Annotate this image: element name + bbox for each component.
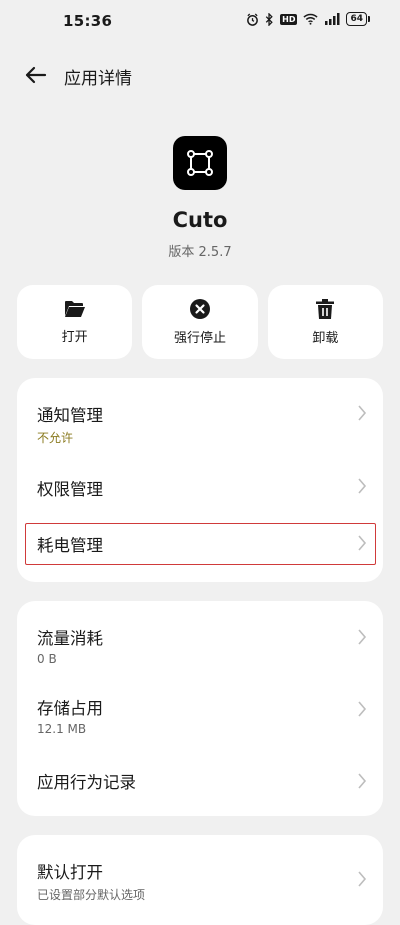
force-stop-icon — [189, 298, 210, 319]
open-label: 打开 — [61, 329, 88, 345]
storage-usage-value: 12.1 MB — [37, 722, 87, 736]
data-usage-value: 0 B — [37, 652, 57, 666]
storage-usage-title: 存储占用 — [37, 699, 103, 718]
open-button[interactable]: 打开 — [17, 285, 133, 359]
status-time: 15:36 — [63, 12, 113, 30]
app-icon — [173, 136, 227, 190]
battery-indicator: 64 — [346, 12, 370, 26]
app-name: Cuto — [172, 208, 228, 232]
status-bar: 15:36 HD 64 — [0, 0, 400, 44]
chevron-right-icon — [358, 405, 367, 421]
data-usage-row[interactable]: 流量消耗 0 B — [17, 601, 383, 673]
arrow-left-icon — [25, 66, 47, 84]
permission-management-title: 权限管理 — [37, 480, 103, 499]
default-open-row[interactable]: 默认打开 已设置部分默认选项 — [17, 835, 383, 925]
force-stop-label: 强行停止 — [173, 330, 226, 346]
back-button[interactable] — [22, 61, 50, 89]
chevron-right-icon — [358, 535, 367, 551]
default-open-card: 默认打开 已设置部分默认选项 — [17, 835, 383, 925]
uninstall-button[interactable]: 卸载 — [267, 285, 383, 359]
permission-management-row[interactable]: 权限管理 — [17, 448, 383, 523]
notification-status: 不允许 — [37, 431, 74, 445]
storage-usage-row[interactable]: 存储占用 12.1 MB — [17, 673, 383, 745]
app-version: 版本 2.5.7 — [168, 245, 232, 260]
folder-open-icon — [64, 300, 85, 317]
battery-management-row[interactable]: 耗电管理 — [17, 523, 383, 582]
notification-management-title: 通知管理 — [37, 406, 103, 425]
app-behavior-record-row[interactable]: 应用行为记录 — [17, 745, 383, 816]
default-open-title: 默认打开 — [37, 863, 103, 882]
wifi-icon — [303, 13, 319, 25]
page-title: 应用详情 — [64, 69, 132, 89]
chevron-right-icon — [358, 871, 367, 887]
trash-icon — [316, 298, 335, 319]
management-card: 通知管理 不允许 权限管理 耗电管理 — [17, 378, 383, 582]
status-icons: HD 64 — [246, 12, 370, 26]
crop-frame-icon — [187, 150, 213, 176]
action-buttons: 打开 强行停止 卸载 — [17, 285, 383, 359]
force-stop-button[interactable]: 强行停止 — [142, 285, 258, 359]
uninstall-label: 卸载 — [312, 330, 339, 346]
app-behavior-record-title: 应用行为记录 — [37, 773, 136, 792]
chevron-right-icon — [358, 701, 367, 717]
alarm-icon — [246, 12, 259, 26]
chevron-right-icon — [358, 629, 367, 645]
chevron-right-icon — [358, 772, 367, 789]
data-usage-title: 流量消耗 — [37, 629, 103, 648]
chevron-right-icon — [358, 477, 367, 494]
usage-card: 流量消耗 0 B 存储占用 12.1 MB 应用行为记录 — [17, 601, 383, 816]
hd-badge: HD — [280, 13, 298, 25]
notification-management-row[interactable]: 通知管理 不允许 — [17, 378, 383, 448]
bluetooth-icon — [265, 12, 274, 26]
battery-management-title: 耗电管理 — [37, 536, 103, 555]
default-open-status: 已设置部分默认选项 — [37, 888, 146, 902]
page-header: 应用详情 — [0, 55, 400, 95]
battery-level: 64 — [346, 12, 367, 26]
cellular-signal-icon — [324, 13, 340, 25]
